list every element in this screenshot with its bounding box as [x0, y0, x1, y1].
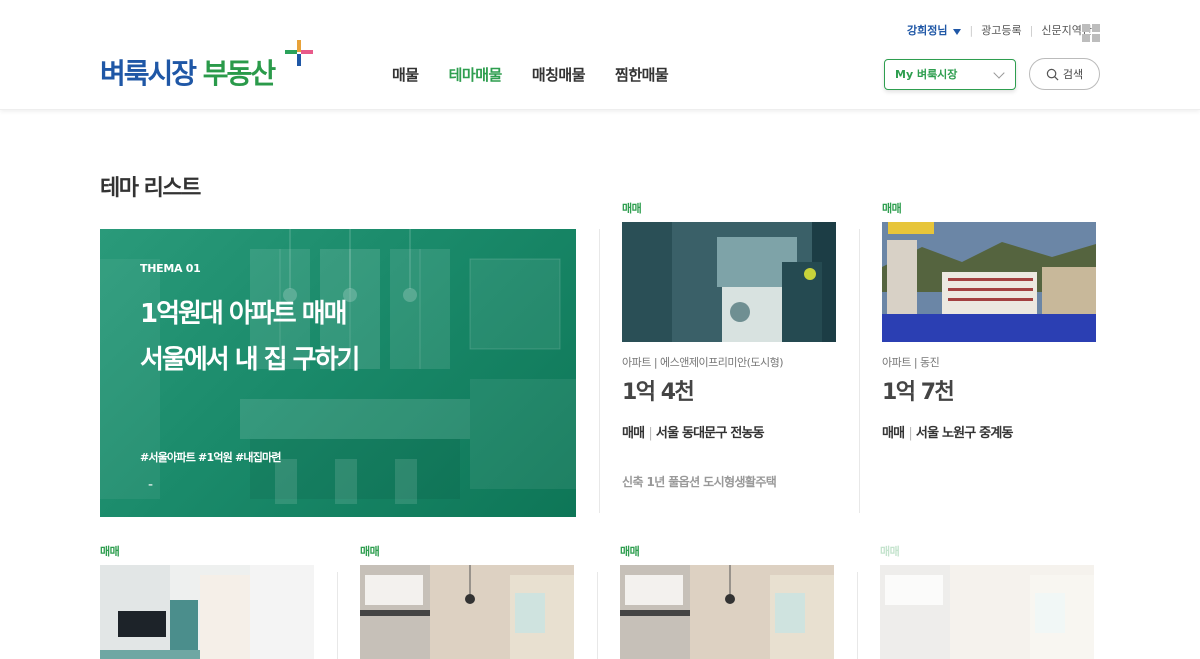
listing-price: 1억 7천 [882, 380, 955, 405]
listing-thumbnail[interactable] [360, 565, 574, 659]
deal-type-badge: 매매 [882, 202, 902, 215]
my-flea-market-select[interactable]: My 벼룩시장 [884, 59, 1016, 90]
site-header: 벼룩시장 부동산 매물 테마매물 매칭매물 찜한매물 강희정님 | 광고등록 |… [0, 0, 1200, 110]
deal-type-badge: 매매 [622, 202, 642, 215]
main-nav: 매물 테마매물 매칭매물 찜한매물 [392, 64, 669, 85]
listing-thumbnail[interactable] [880, 565, 1094, 659]
listing-location: 서울 동대문구 전농동 [655, 426, 765, 441]
nav-item-matching-listings[interactable]: 매칭매물 [532, 64, 586, 85]
listing-card[interactable]: 매매 아파트 | 에스앤제이프리미안(도시형) 1억 4천 매매 | 서울 동대문구… [622, 200, 836, 490]
card-divider [599, 229, 600, 513]
logo-text-realestate: 부동산 [202, 57, 276, 90]
deal-type-badge: 매매 [620, 545, 640, 558]
feature-hashtags: #서울아파트 #1억원 #내집마련 [140, 451, 281, 464]
logo-text-brand: 벼룩시장 [100, 57, 197, 90]
user-menu[interactable]: 강희정님 [906, 22, 962, 38]
utility-links: 강희정님 | 광고등록 | 신문지역판 [906, 22, 1092, 38]
logo-mark-icon [285, 40, 313, 66]
listing-card[interactable]: 매매 [880, 543, 1094, 659]
listing-card[interactable]: 매매 [360, 543, 574, 659]
feature-headline-line1: 1억원대 아파트 매매 [140, 299, 348, 329]
chevron-down-icon [993, 67, 1005, 79]
search-icon [1046, 68, 1059, 80]
listing-card[interactable]: 매매 아파트 | 동진 1억 7천 매매 | 서울 노원구 중계동 [882, 200, 1096, 441]
listing-card[interactable]: 매매 [100, 543, 314, 659]
feature-headline-line2: 서울에서 내 집 구하기 [140, 345, 360, 375]
ad-register-link[interactable]: 광고등록 [981, 22, 1021, 38]
card-divider [337, 572, 338, 659]
listing-category: 아파트 | 동진 [882, 356, 940, 369]
listing-card[interactable]: 매매 [620, 543, 834, 659]
listing-deal-type: 매매 [622, 426, 645, 441]
listing-description: 신축 1년 풀옵션 도시형생활주택 [622, 475, 777, 489]
search-button[interactable]: 검색 [1029, 58, 1100, 90]
theme-feature-banner[interactable]: THEMA 01 1억원대 아파트 매매 서울에서 내 집 구하기 #서울아파트… [100, 229, 576, 517]
listing-location: 서울 노원구 중계동 [915, 426, 1014, 441]
site-logo[interactable]: 벼룩시장 부동산 [100, 40, 313, 90]
section-title: 테마 리스트 [100, 176, 201, 201]
listing-thumbnail[interactable] [622, 222, 836, 342]
all-menu-grid-icon[interactable] [1082, 24, 1100, 42]
card-divider [857, 572, 858, 659]
listing-address: 매매 | 서울 동대문구 전농동 [622, 426, 765, 441]
card-divider [597, 572, 598, 659]
listing-price: 1억 4천 [622, 380, 695, 405]
deal-type-badge: 매매 [100, 545, 120, 558]
listing-thumbnail[interactable] [882, 222, 1096, 342]
my-select-value: My 벼룩시장 [895, 68, 958, 81]
feature-headline: 1억원대 아파트 매매 서울에서 내 집 구하기 [140, 291, 360, 383]
deal-type-badge: 매매 [360, 545, 380, 558]
feature-theme-label: THEMA 01 [140, 262, 201, 275]
search-label: 검색 [1062, 68, 1084, 81]
listing-thumbnail[interactable] [620, 565, 834, 659]
caret-down-icon [953, 28, 962, 35]
user-name: 강희정님 [906, 24, 948, 37]
listing-thumbnail[interactable] [100, 565, 314, 659]
listing-deal-type: 매매 [882, 426, 905, 441]
nav-item-saved-listings[interactable]: 찜한매물 [615, 64, 669, 85]
deal-type-badge: 매매 [880, 545, 900, 558]
nav-item-theme-listings[interactable]: 테마매물 [449, 64, 503, 85]
nav-item-listings[interactable]: 매물 [392, 64, 419, 85]
listing-address: 매매 | 서울 노원구 중계동 [882, 426, 1014, 441]
card-divider [859, 229, 860, 513]
listing-category: 아파트 | 에스앤제이프리미안(도시형) [622, 356, 784, 369]
feature-dash: - [148, 477, 154, 493]
